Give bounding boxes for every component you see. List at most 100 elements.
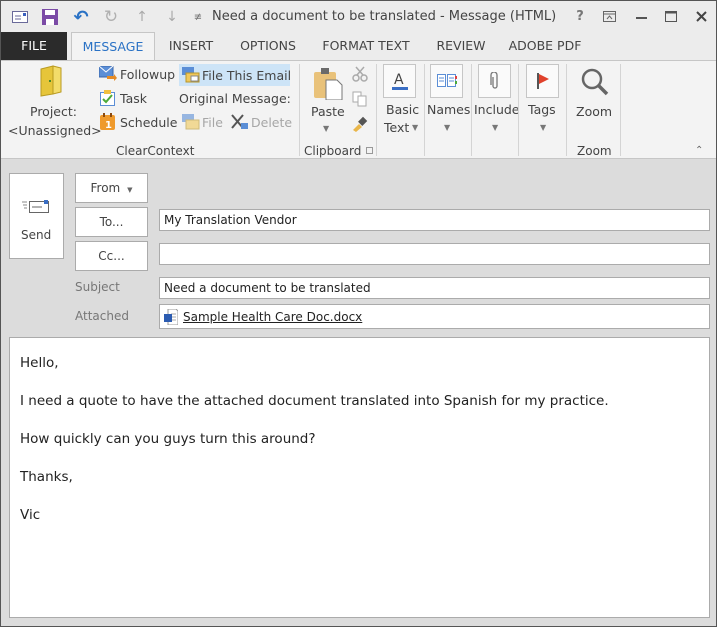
undo-icon[interactable]: ↶	[71, 7, 91, 28]
tags-label: Tags	[528, 102, 556, 117]
svg-text:1: 1	[105, 120, 112, 130]
scissors-icon	[352, 66, 368, 82]
body-line: I need a quote to have the attached docu…	[20, 393, 609, 409]
followup-icon	[99, 66, 117, 81]
message-body[interactable]: Hello, I need a quote to have the attach…	[9, 337, 710, 618]
chevron-up-icon: ⌃	[695, 145, 704, 156]
attachment-link[interactable]: Sample Health Care Doc.docx	[183, 307, 362, 327]
schedule-icon: 1	[100, 113, 115, 130]
customize-quick-access-icon[interactable]: ≢	[188, 7, 208, 27]
file-this-email-label: File This Email	[202, 68, 292, 83]
redo-icon[interactable]: ↻	[101, 7, 121, 27]
zoom-label: Zoom	[576, 104, 613, 119]
file-this-email-button[interactable]: File This Email	[179, 64, 292, 86]
cut-button[interactable]	[352, 66, 368, 85]
project-value: <Unassigned>	[8, 123, 102, 138]
group-divider	[518, 64, 519, 156]
clipboard-dialog-launcher[interactable]	[366, 147, 373, 154]
magnifier-icon	[581, 68, 609, 96]
attachment-field: Sample Health Care Doc.docx	[159, 304, 710, 329]
from-button[interactable]: From ▼	[75, 173, 148, 203]
basic-text-label-2: Text	[384, 120, 410, 135]
paperclip-icon	[489, 72, 498, 89]
project-label: Project:	[30, 104, 77, 119]
clearcontext-group-label: ClearContext	[116, 144, 195, 158]
ribbon: Project: <Unassigned> Followup Task 1 Sc…	[1, 60, 716, 159]
subject-field[interactable]: Need a document to be translated	[159, 277, 710, 299]
include-icon-box	[478, 64, 511, 98]
close-button[interactable]	[689, 6, 713, 26]
tab-file[interactable]: FILE	[1, 32, 67, 60]
clipboard-group-label: Clipboard	[304, 144, 362, 158]
send-label: Send	[21, 228, 52, 242]
chevron-down-icon: ▼	[492, 123, 499, 132]
group-divider	[566, 64, 567, 156]
tab-message[interactable]: MESSAGE	[71, 32, 155, 61]
previous-item-icon[interactable]: ↑	[132, 7, 152, 27]
body-line: How quickly can you guys turn this aroun…	[20, 431, 316, 447]
group-divider	[299, 64, 300, 156]
message-icon[interactable]	[10, 7, 30, 27]
tab-adobe-pdf[interactable]: ADOBE PDF	[503, 32, 587, 60]
followup-label: Followup	[120, 67, 176, 82]
group-divider	[471, 64, 472, 156]
delete-label: Delete	[251, 115, 293, 130]
task-icon	[100, 90, 115, 106]
from-label: From	[90, 181, 121, 195]
minimize-icon	[635, 16, 647, 19]
basic-text-label-1: Basic	[386, 102, 420, 117]
save-icon[interactable]	[40, 7, 60, 27]
ribbon-display-icon	[602, 10, 616, 22]
maximize-button[interactable]	[659, 6, 683, 26]
cc-button[interactable]: Cc...	[75, 241, 148, 271]
to-button[interactable]: To...	[75, 207, 148, 237]
send-button[interactable]: Send	[9, 173, 64, 259]
tags-icon-box	[526, 64, 559, 98]
chevron-down-icon: ▼	[540, 123, 547, 132]
cc-field[interactable]	[159, 243, 710, 265]
chevron-down-icon: ▼	[323, 124, 330, 133]
schedule-label: Schedule	[120, 115, 178, 130]
paste-icon	[314, 68, 343, 100]
window-title: Need a document to be translated - Messa…	[212, 9, 557, 24]
body-line: Thanks,	[20, 469, 73, 485]
basic-text-icon-box: A	[383, 64, 416, 98]
ribbon-tabs: FILE MESSAGE INSERT OPTIONS FORMAT TEXT …	[1, 32, 716, 61]
close-icon	[695, 10, 707, 22]
next-item-icon[interactable]: ↓	[162, 7, 182, 27]
flag-icon	[536, 73, 549, 89]
address-book-icon	[436, 74, 457, 87]
chevron-down-icon: ▼	[412, 123, 419, 132]
format-painter-button[interactable]	[352, 116, 368, 135]
chevron-down-icon: ▼	[127, 186, 133, 194]
include-label: Include	[474, 102, 520, 117]
message-window: ↶ ↻ ↑ ↓ ≢ Need a document to be translat…	[0, 0, 717, 627]
maximize-icon	[665, 10, 677, 22]
copy-icon	[352, 91, 367, 107]
file-icon	[182, 114, 200, 130]
delete-icon	[231, 114, 248, 129]
to-field[interactable]: My Translation Vendor	[159, 209, 710, 231]
collapse-ribbon-button[interactable]: ⌃	[695, 145, 703, 156]
help-button[interactable]: ?	[568, 6, 592, 26]
paste-label: Paste	[311, 104, 345, 119]
zoom-group-label: Zoom	[577, 144, 612, 158]
folder-icon	[40, 65, 62, 97]
subject-label: Subject	[75, 280, 120, 294]
names-icon-box	[430, 64, 463, 98]
font-color-icon: A	[391, 72, 408, 90]
chevron-down-icon: ▼	[444, 123, 451, 132]
tab-insert[interactable]: INSERT	[162, 32, 220, 60]
tab-format-text[interactable]: FORMAT TEXT	[317, 32, 415, 60]
names-label: Names	[427, 102, 471, 117]
copy-button[interactable]	[352, 91, 368, 110]
send-icon	[22, 200, 49, 213]
body-line: Hello,	[20, 355, 59, 371]
ribbon-display-options-button[interactable]	[597, 6, 621, 26]
tab-review[interactable]: REVIEW	[431, 32, 491, 60]
word-document-icon	[164, 309, 178, 325]
format-painter-icon	[353, 116, 368, 132]
original-message-label: Original Message:	[179, 91, 291, 106]
minimize-button[interactable]	[629, 6, 653, 26]
tab-options[interactable]: OPTIONS	[233, 32, 303, 60]
